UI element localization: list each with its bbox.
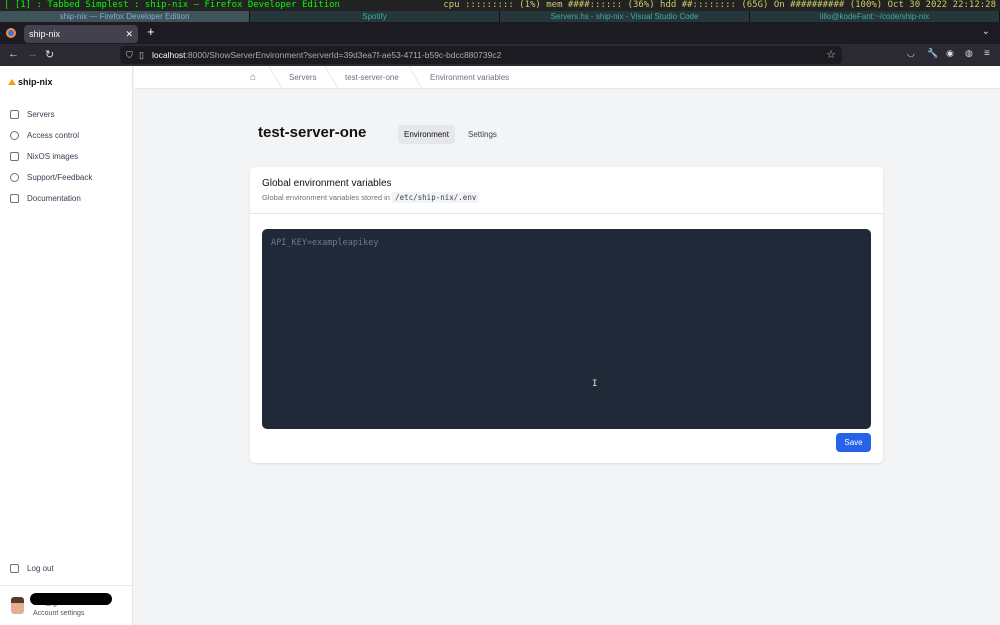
wm-status: cpu ::::::::: (1%) mem ####:::::: (36%) … <box>443 0 996 10</box>
env-card: Global environment variables Global envi… <box>250 167 883 463</box>
brand-logo[interactable]: ship-nix <box>8 77 53 87</box>
lifebuoy-icon <box>10 173 19 182</box>
card-subtitle: Global environment variables stored in /… <box>262 192 480 203</box>
page-icon: ▯ <box>139 50 144 60</box>
document-icon <box>10 194 19 203</box>
sidebar-item-label: Documentation <box>27 194 81 203</box>
tab-settings[interactable]: Settings <box>462 125 503 144</box>
tab-title: ship-nix <box>29 29 61 39</box>
sidebar-item-label: Support/Feedback <box>27 173 93 182</box>
sidebar-item-label: Servers <box>27 110 55 119</box>
url-path: :8000/ShowServerEnvironment?serverId=39d… <box>185 50 502 60</box>
wm-tab[interactable]: ship-nix — Firefox Developer Edition <box>0 11 250 22</box>
breadcrumb-server[interactable]: test-server-one <box>345 73 399 82</box>
forward-icon[interactable]: → <box>27 48 38 60</box>
avatar <box>11 597 24 614</box>
env-value: API_KEY=exampleapikey <box>271 238 379 248</box>
browser-tab[interactable]: ship-nix ✕ <box>24 25 138 43</box>
image-icon <box>10 152 19 161</box>
firefox-icon <box>6 28 16 38</box>
account-section[interactable]: lillo@gmail.com Account settings <box>0 585 133 625</box>
logo-icon <box>8 79 16 85</box>
home-icon[interactable]: ⌂ <box>250 72 256 83</box>
sidebar-item-servers[interactable]: Servers <box>0 104 133 125</box>
menu-icon[interactable]: ≡ <box>984 48 990 59</box>
back-icon[interactable]: ← <box>8 48 19 60</box>
sidebar-item-nixos-images[interactable]: NixOS images <box>0 146 133 167</box>
reload-icon[interactable]: ↻ <box>45 48 54 61</box>
page-title: test-server-one <box>258 124 367 141</box>
sidebar-item-access-control[interactable]: Access control <box>0 125 133 146</box>
server-icon <box>10 110 19 119</box>
card-title: Global environment variables <box>262 178 392 189</box>
logout-button[interactable]: Log out <box>10 564 54 573</box>
sidebar-item-label: Access control <box>27 131 80 140</box>
star-icon[interactable]: ☆ <box>826 46 836 64</box>
redaction <box>30 593 112 605</box>
text-cursor-icon: I <box>592 379 598 389</box>
new-tab-button[interactable]: + <box>147 24 155 39</box>
breadcrumb: ⌂ Servers test-server-one Environment va… <box>134 66 1000 89</box>
sidebar-item-label: NixOS images <box>27 152 79 161</box>
window-manager-bar: | [1] : Tabbed Simplest : ship-nix — Fir… <box>0 0 1000 11</box>
close-icon[interactable]: ✕ <box>125 25 133 43</box>
logout-label: Log out <box>27 564 54 573</box>
subtitle-text: Global environment variables stored in <box>262 193 390 202</box>
save-button[interactable]: Save <box>836 433 871 452</box>
env-path: /etc/ship-nix/.env <box>392 192 480 203</box>
chevron-down-icon[interactable]: ⌄ <box>982 26 990 37</box>
browser-tabbar: ship-nix ✕ + ⌄ <box>0 22 1000 44</box>
breadcrumb-env[interactable]: Environment variables <box>430 73 509 82</box>
breadcrumb-servers[interactable]: Servers <box>289 73 317 82</box>
extension-icon[interactable]: ◍ <box>965 48 973 59</box>
wm-tab[interactable]: lillo@kodeFant:~/code/ship-nix <box>750 11 1000 22</box>
wm-tab[interactable]: Servers.hs - ship-nix - Visual Studio Co… <box>500 11 750 22</box>
extension-icon[interactable]: ◉ <box>946 48 954 59</box>
env-textarea[interactable]: API_KEY=exampleapikey I <box>262 229 871 429</box>
browser-navbar: ← → ↻ ⛉ ▯ localhost:8000/ShowServerEnvir… <box>0 44 1000 66</box>
url-host: localhost <box>152 50 186 60</box>
sidebar: ship-nix Servers Access control NixOS im… <box>0 66 133 625</box>
logout-icon <box>10 564 19 573</box>
key-icon <box>10 131 19 140</box>
brand-name: ship-nix <box>18 77 53 87</box>
wm-title: | [1] : Tabbed Simplest : ship-nix — Fir… <box>4 0 340 10</box>
wm-tab[interactable]: Spotify <box>250 11 500 22</box>
pocket-icon[interactable]: ◡ <box>907 48 915 59</box>
wrench-icon[interactable]: 🔧 <box>927 48 938 59</box>
sidebar-item-support[interactable]: Support/Feedback <box>0 167 133 188</box>
account-settings-link[interactable]: Account settings <box>33 610 84 617</box>
wm-tabs: ship-nix — Firefox Developer Edition Spo… <box>0 11 1000 22</box>
sidebar-item-documentation[interactable]: Documentation <box>0 188 133 209</box>
tab-environment[interactable]: Environment <box>398 125 455 144</box>
url-bar[interactable]: ⛉ ▯ localhost:8000/ShowServerEnvironment… <box>120 46 842 64</box>
shield-icon: ⛉ <box>126 50 133 60</box>
